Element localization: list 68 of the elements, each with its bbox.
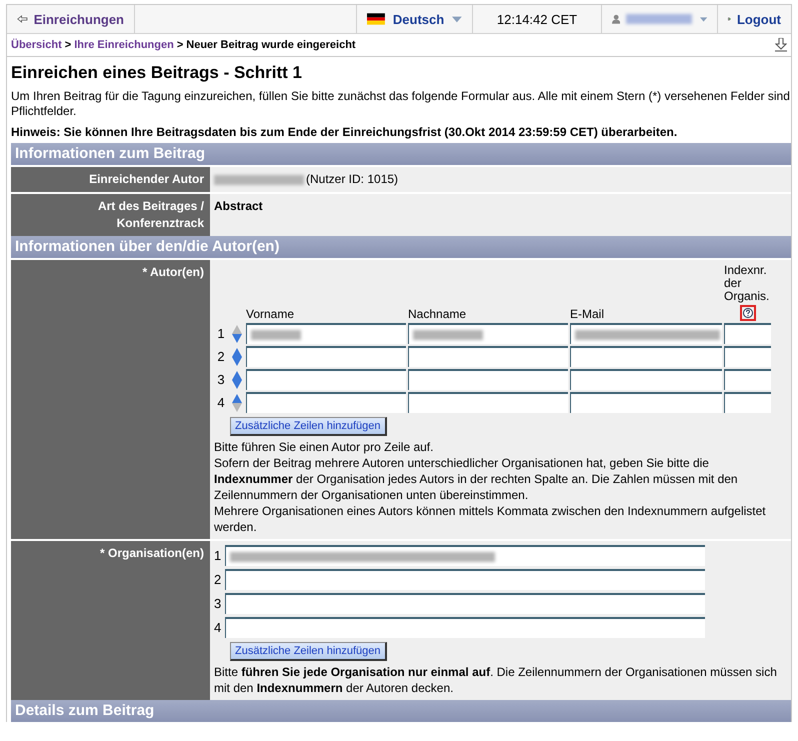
input-field[interactable] [408,369,568,390]
input-field[interactable] [570,323,722,344]
input-field[interactable] [570,346,722,367]
breadcrumb-current: Neuer Beitrag wurde eingereicht [186,39,356,51]
back-arrow-icon [17,14,28,24]
input-field[interactable] [724,346,771,367]
row-number: 4 [214,619,222,636]
section-header: Informationen über den/die Autor(en) [11,236,791,258]
row-number: 2 [216,348,226,365]
field-label: * Autor(en) [142,265,204,279]
input-field[interactable] [724,392,771,413]
dropdown-arrow-icon [452,16,462,22]
help-text: Mehrere Organisationen eines Autors können mittels Kommata zwischen den Indexnummern aufgelistet werden. [214,503,767,535]
input-field[interactable] [225,617,706,638]
input-field[interactable] [408,323,568,344]
breadcrumb-separator: > [176,39,184,51]
section-header: Details zum Beitrag [11,700,791,722]
notice-text: Hinweis: Sie können Ihre Beitragsdaten bis zum Ende der Einreichungsfrist (30.Okt 2014 23:59:59 CET) überarbeiten. [11,125,678,139]
row-number: 1 [216,325,226,342]
page-title: Einreichen eines Beitrags - Schritt 1 [11,63,303,83]
add-rows-button[interactable]: Zusätzliche Zeilen hinzufügen [230,642,387,661]
move-down-icon[interactable] [232,402,242,412]
help-text: Sofern der Beitrag mehrere Autoren unterschiedlicher Organisationen hat, geben Sie bitte die Indexnummer der Organisation jedes Autors in der rechten Spalte an. Die Zahlen müssen mit den Zeilennummern der Organisationen unten übereinstimmen. [214,455,739,503]
field-label: Art des Beitrages / Konferenztrack [98,199,204,230]
field-value: Abstract [214,199,263,213]
breadcrumb-link[interactable]: Übersicht [11,39,62,51]
input-field[interactable] [225,593,706,614]
input-field[interactable] [408,346,568,367]
column-header: Indexnr. der Organis. [724,264,770,303]
input-field[interactable] [225,545,706,566]
move-up-icon[interactable] [232,348,242,356]
breadcrumb-separator: > [64,39,72,51]
move-up-icon[interactable] [232,370,242,380]
row-number: 4 [216,394,226,411]
dropdown-arrow-icon [700,16,707,22]
row-number: 3 [214,595,222,612]
help-icon[interactable] [740,305,756,321]
input-field[interactable] [225,569,706,590]
input-field[interactable] [570,369,722,390]
input-field[interactable] [246,346,406,367]
german-flag-icon [367,12,385,26]
field-value: (Nutzer ID: 1015) [306,172,398,186]
column-header: Nachname [408,307,466,321]
help-text: Bitte führen Sie einen Autor pro Zeile auf. [214,439,434,455]
input-field[interactable] [408,392,568,413]
help-text: Bitte führen Sie jede Organisation nur einmal auf. Die Zeilennummern der Organisationen müssen sich mit den Indexnummern der Autoren decken. [214,664,778,696]
input-field[interactable] [570,392,722,413]
section-header: Informationen zum Beitrag [11,143,791,165]
input-field[interactable] [724,369,771,390]
row-number: 3 [216,371,226,388]
move-down-icon[interactable] [232,356,242,366]
move-up-icon[interactable] [232,394,242,402]
column-header: Vorname [246,307,294,321]
row-number: 2 [214,571,222,588]
input-field[interactable] [246,369,406,390]
move-down-icon[interactable] [232,334,242,342]
field-label: Einreichender Autor [89,172,204,186]
breadcrumb-link[interactable]: Ihre Einreichungen [74,39,174,51]
move-down-icon[interactable] [232,380,242,388]
input-field[interactable] [724,323,771,344]
column-header: E-Mail [570,307,604,321]
input-field[interactable] [246,323,406,344]
row-number: 1 [214,547,222,564]
add-rows-button[interactable]: Zusätzliche Zeilen hinzufügen [230,417,387,436]
field-label: * Organisation(en) [100,546,204,560]
input-field[interactable] [246,392,406,413]
download-arrow-icon[interactable] [775,38,787,52]
intro-text: Um Ihren Beitrag für die Tagung einzureichen, füllen Sie bitte zunächst das folgende Formular aus. Alle mit einem Stern (*) versehenen Felder sind Pflichtfelder. [11,89,791,119]
